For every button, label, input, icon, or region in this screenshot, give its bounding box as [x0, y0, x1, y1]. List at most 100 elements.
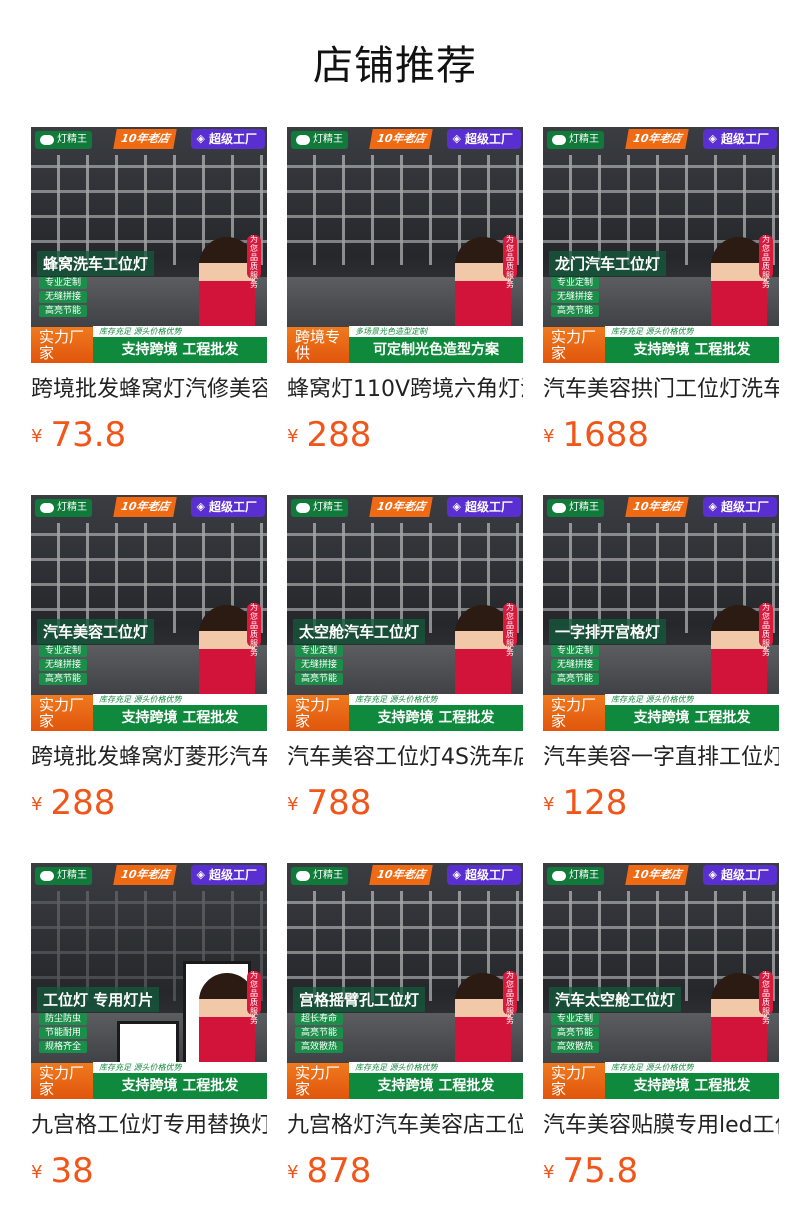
store-years-badge: 10年老店	[369, 497, 434, 517]
product-image[interactable]: 灯精王 10年老店 ◈ 超级工厂 工位灯 专用灯片 防尘防虫 节能耐用 规格齐全 为您品质服务库…	[31, 863, 267, 1099]
product-name[interactable]: 跨境批发蜂窝灯菱形汽车美容	[31, 743, 267, 773]
product-card[interactable]: 灯精王 10年老店 ◈ 超级工厂 汽车美容工位灯 专业定制 无缝拼接 高亮节能 为您品质服务 库存…	[31, 495, 267, 825]
product-card[interactable]: 灯精王 10年老店 ◈ 超级工厂 一字排开宫格灯 专业定制 无缝拼接 高亮节能 为您品质服务 库存…	[543, 495, 779, 825]
super-factory-badge: ◈ 超级工厂	[702, 865, 777, 885]
product-price: ¥75.8	[543, 1149, 638, 1193]
product-price: ¥288	[31, 781, 115, 825]
feature-list: 超长寿命 高亮节能 高效散热	[295, 1013, 344, 1055]
product-card[interactable]: 灯精王 10年老店 ◈ 超级工厂 宫格摇臂孔工位灯 超长寿命 高亮节能 高效散热 为您品质服务库…	[287, 863, 523, 1193]
diamond-icon: ◈	[196, 868, 205, 881]
super-factory-badge: ◈ 超级工厂	[190, 129, 265, 149]
currency-symbol: ¥	[543, 1162, 555, 1183]
brand-name: 灯精王	[57, 502, 87, 513]
product-name[interactable]: 汽车美容工位灯4S洗车店灯	[287, 743, 523, 773]
super-factory-label: 超级工厂	[464, 868, 513, 882]
product-name[interactable]: 汽车美容贴膜专用led工位灯	[543, 1111, 779, 1141]
super-factory-badge: ◈ 超级工厂	[190, 865, 265, 885]
super-factory-label: 超级工厂	[208, 500, 257, 514]
super-factory-label: 超级工厂	[464, 500, 513, 514]
feature-tag: 无缝拼接	[551, 659, 600, 671]
store-years-badge: 10年老店	[113, 497, 178, 517]
brand-badge: 灯精王	[291, 499, 348, 517]
product-card[interactable]: 灯精王 10年老店 ◈ 超级工厂 汽车太空舱工位灯 专业定制 高亮节能 高效散热 为您品质服务库…	[543, 863, 779, 1193]
super-factory-badge: ◈ 超级工厂	[446, 865, 521, 885]
diamond-icon: ◈	[452, 132, 461, 145]
brand-name: 灯精王	[569, 870, 599, 881]
brand-logo-icon	[296, 871, 310, 881]
image-headline: 龙门汽车工位灯	[549, 251, 667, 276]
feature-tag: 无缝拼接	[295, 659, 344, 671]
price-amount: 878	[306, 1151, 372, 1191]
factory-strength-label: 实力厂家	[543, 695, 605, 731]
feature-list: 专业定制 无缝拼接 高亮节能	[39, 277, 88, 319]
product-image[interactable]: 灯精王 10年老店 ◈ 超级工厂 宫格摇臂孔工位灯 超长寿命 高亮节能 高效散热 为您品质服务库…	[287, 863, 523, 1099]
product-card[interactable]: 灯精王 10年老店 ◈ 超级工厂 工位灯 专用灯片 防尘防虫 节能耐用 规格齐全 为您品质服务库…	[31, 863, 267, 1193]
product-image[interactable]: 灯精王 10年老店 ◈ 超级工厂 一字排开宫格灯 专业定制 无缝拼接 高亮节能 为您品质服务 库存…	[543, 495, 779, 731]
product-card[interactable]: 灯精王 10年老店 ◈ 超级工厂 太空舱汽车工位灯 专业定制 无缝拼接 高亮节能 为您品质服务库…	[287, 495, 523, 825]
factory-strength-label: 跨境专供	[287, 327, 349, 363]
super-factory-badge: ◈ 超级工厂	[702, 497, 777, 517]
feature-tag: 无缝拼接	[551, 291, 600, 303]
price-amount: 75.8	[562, 1151, 639, 1191]
service-badge: 为您品质服务	[247, 971, 261, 1025]
diamond-icon: ◈	[708, 132, 717, 145]
feature-tag: 无缝拼接	[39, 659, 88, 671]
product-name[interactable]: 汽车美容一字直排工位灯	[543, 743, 779, 773]
image-headline: 宫格摇臂孔工位灯	[293, 987, 426, 1012]
wholesale-banner: 支持跨境 工程批发	[349, 705, 523, 731]
service-badge: 为您品质服务	[503, 235, 517, 289]
brand-name: 灯精王	[569, 502, 599, 513]
store-years-badge: 10年老店	[625, 497, 690, 517]
product-image[interactable]: 灯精王 10年老店 ◈ 超级工厂 太空舱汽车工位灯 专业定制 无缝拼接 高亮节能 为您品质服务库…	[287, 495, 523, 731]
currency-symbol: ¥	[287, 1162, 299, 1183]
product-name[interactable]: 九宫格灯汽车美容店工位灯	[287, 1111, 523, 1141]
brand-badge: 灯精王	[547, 867, 604, 885]
diamond-icon: ◈	[452, 500, 461, 513]
feature-tag: 高亮节能	[551, 305, 600, 317]
factory-strength-label: 实力厂家	[287, 695, 349, 731]
feature-tag: 防尘防虫	[39, 1013, 88, 1025]
brand-badge: 灯精王	[547, 499, 604, 517]
product-name[interactable]: 九宫格工位灯专用替换灯片	[31, 1111, 267, 1141]
super-factory-badge: ◈ 超级工厂	[702, 129, 777, 149]
brand-logo-icon	[296, 135, 310, 145]
store-years-badge: 10年老店	[369, 865, 434, 885]
product-price: ¥128	[543, 781, 627, 825]
feature-tag: 高亮节能	[551, 1027, 600, 1039]
factory-strength-label: 实力厂家	[543, 1063, 605, 1099]
product-image[interactable]: 灯精王 10年老店 ◈ 超级工厂 龙门汽车工位灯 专业定制 无缝拼接 高亮节能 为您品质服务 库存…	[543, 127, 779, 363]
factory-strength-label: 实力厂家	[287, 1063, 349, 1099]
feature-tag: 高亮节能	[551, 673, 600, 685]
factory-strength-label: 实力厂家	[543, 327, 605, 363]
feature-tag: 高效散热	[295, 1041, 344, 1053]
product-image[interactable]: 灯精王 10年老店 ◈ 超级工厂 汽车美容工位灯 专业定制 无缝拼接 高亮节能 为您品质服务 库存…	[31, 495, 267, 731]
product-card[interactable]: 灯精王 10年老店 ◈ 超级工厂 蜂窝洗车工位灯 专业定制 无缝拼接 高亮节能 为您品质服务 库存…	[31, 127, 267, 457]
feature-tag: 高亮节能	[295, 673, 344, 685]
super-factory-badge: ◈ 超级工厂	[446, 497, 521, 517]
brand-name: 灯精王	[569, 134, 599, 145]
product-card[interactable]: 灯精王 10年老店 ◈ 超级工厂 龙门汽车工位灯 专业定制 无缝拼接 高亮节能 为您品质服务 库存…	[543, 127, 779, 457]
product-card[interactable]: 灯精王 10年老店 ◈ 超级工厂 为您品质服务 多场景光色造型定制 跨境专供 可定制光色造型方…	[287, 127, 523, 457]
brand-badge: 灯精王	[291, 131, 348, 149]
currency-symbol: ¥	[287, 794, 299, 815]
wholesale-banner: 支持跨境 工程批发	[93, 337, 267, 363]
brand-badge: 灯精王	[547, 131, 604, 149]
product-image[interactable]: 灯精王 10年老店 ◈ 超级工厂 蜂窝洗车工位灯 专业定制 无缝拼接 高亮节能 为您品质服务 库存…	[31, 127, 267, 363]
super-factory-label: 超级工厂	[720, 500, 769, 514]
brand-name: 灯精王	[313, 870, 343, 881]
product-name[interactable]: 跨境批发蜂窝灯汽修美容洗车店	[31, 375, 267, 405]
service-badge: 为您品质服务	[503, 971, 517, 1025]
product-price: ¥878	[287, 1149, 371, 1193]
product-name[interactable]: 蜂窝灯110V跨境六角灯汽车美容	[287, 375, 523, 405]
store-years-badge: 10年老店	[113, 865, 178, 885]
service-badge: 为您品质服务	[503, 603, 517, 657]
diamond-icon: ◈	[196, 132, 205, 145]
brand-logo-icon	[296, 503, 310, 513]
product-image[interactable]: 灯精王 10年老店 ◈ 超级工厂 汽车太空舱工位灯 专业定制 高亮节能 高效散热 为您品质服务库…	[543, 863, 779, 1099]
brand-badge: 灯精王	[35, 131, 92, 149]
super-factory-label: 超级工厂	[720, 132, 769, 146]
product-name[interactable]: 汽车美容拱门工位灯洗车房灯	[543, 375, 779, 405]
product-price: ¥288	[287, 413, 371, 457]
product-image[interactable]: 灯精王 10年老店 ◈ 超级工厂 为您品质服务 多场景光色造型定制 跨境专供 可定制光色造型方…	[287, 127, 523, 363]
brand-badge: 灯精王	[291, 867, 348, 885]
